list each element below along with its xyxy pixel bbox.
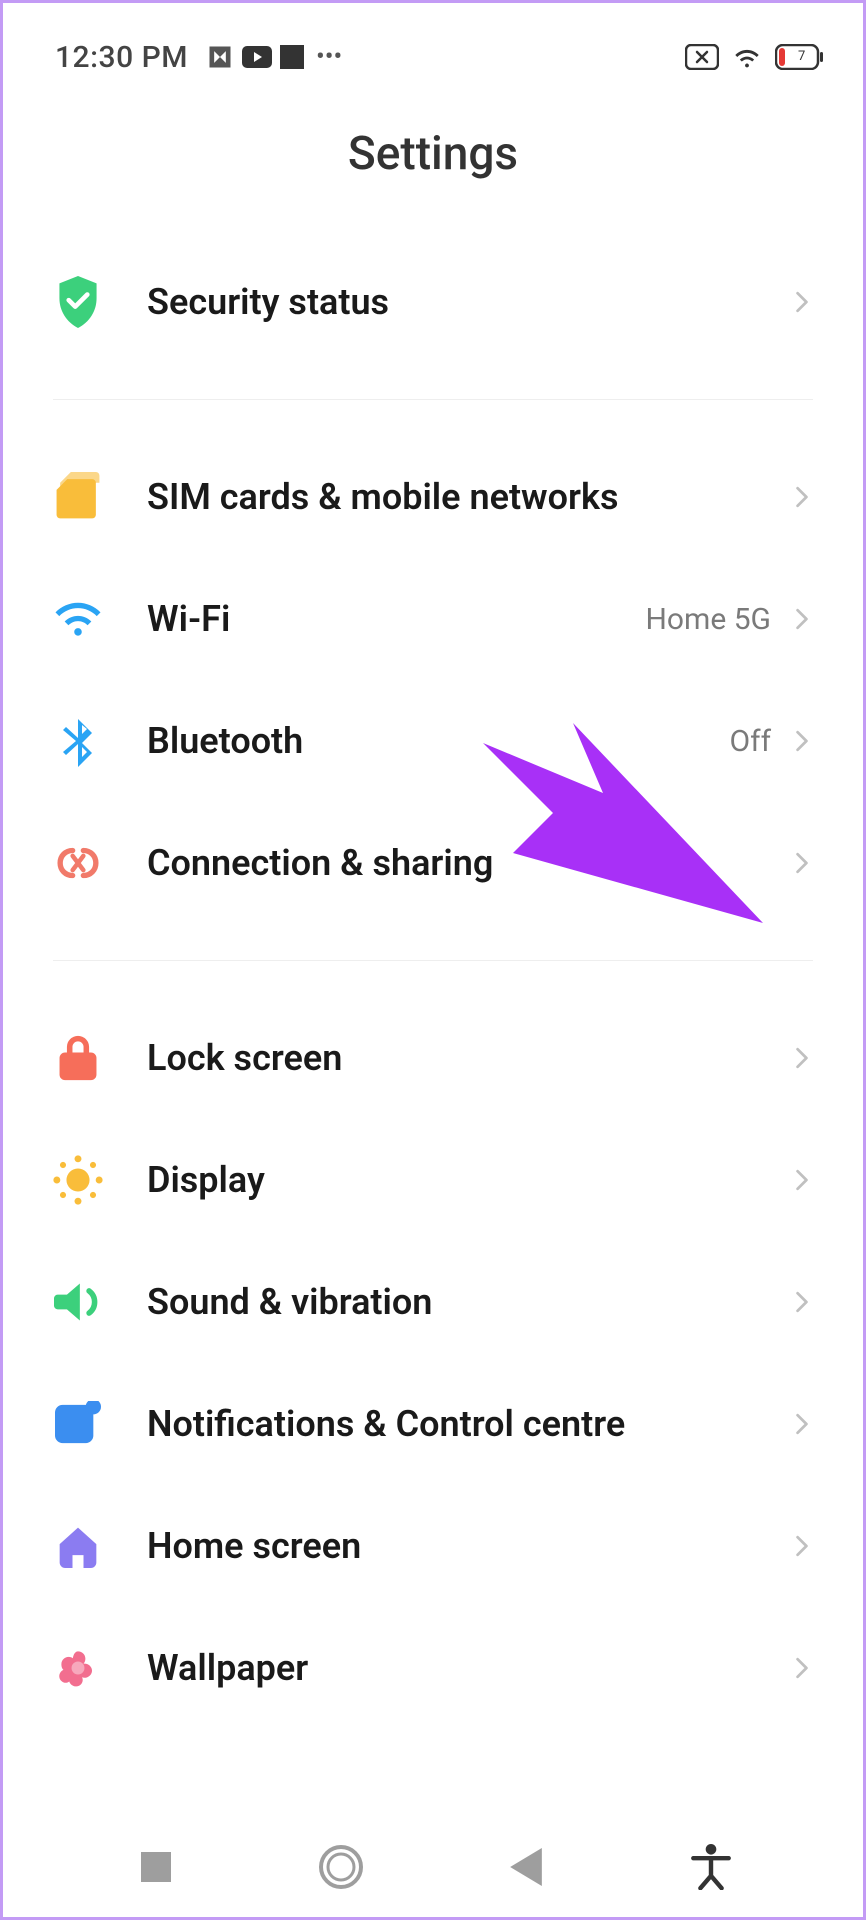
item-wallpaper[interactable]: Wallpaper: [3, 1607, 863, 1729]
item-wifi[interactable]: Wi-Fi Home 5G: [3, 558, 863, 680]
item-label: Notifications & Control centre: [147, 1403, 791, 1445]
wifi-icon: [53, 594, 103, 644]
chevron-right-icon: [791, 1047, 813, 1069]
item-notifications[interactable]: Notifications & Control centre: [3, 1363, 863, 1485]
status-time: 12:30 PM: [55, 40, 188, 75]
sim-error-icon: [685, 44, 719, 70]
item-bluetooth[interactable]: Bluetooth Off: [3, 680, 863, 802]
item-label: Lock screen: [147, 1037, 791, 1079]
item-connection-sharing[interactable]: Connection & sharing: [3, 802, 863, 924]
item-lock-screen[interactable]: Lock screen: [3, 997, 863, 1119]
page-title: Settings: [3, 95, 863, 241]
item-label: Wallpaper: [147, 1647, 791, 1689]
chevron-right-icon: [791, 1535, 813, 1557]
item-label: Bluetooth: [147, 720, 730, 762]
youtube-icon: [242, 46, 272, 68]
settings-list: Security status SIM cards & mobile netwo…: [3, 241, 863, 1729]
item-sim-cards[interactable]: SIM cards & mobile networks: [3, 436, 863, 558]
chevron-right-icon: [791, 608, 813, 630]
bluetooth-icon: [53, 716, 103, 766]
item-label: Home screen: [147, 1525, 791, 1567]
chevron-right-icon: [791, 1657, 813, 1679]
chevron-right-icon: [791, 730, 813, 752]
item-label: Display: [147, 1159, 791, 1201]
sun-icon: [53, 1155, 103, 1205]
nav-back-button[interactable]: [501, 1842, 551, 1892]
chevron-right-icon: [791, 1291, 813, 1313]
item-label: Security status: [147, 281, 791, 323]
divider: [53, 960, 813, 961]
chevron-right-icon: [791, 852, 813, 874]
item-display[interactable]: Display: [3, 1119, 863, 1241]
item-home-screen[interactable]: Home screen: [3, 1485, 863, 1607]
app-running-icon: [206, 43, 234, 71]
nav-accessibility-button[interactable]: [686, 1842, 736, 1892]
share-icon: [53, 838, 103, 888]
lock-icon: [53, 1033, 103, 1083]
item-security-status[interactable]: Security status: [3, 241, 863, 363]
battery-level: 7: [798, 49, 805, 64]
item-sound-vibration[interactable]: Sound & vibration: [3, 1241, 863, 1363]
chevron-right-icon: [791, 291, 813, 313]
chevron-right-icon: [791, 1413, 813, 1435]
wifi-status-icon: [731, 44, 763, 70]
home-icon: [53, 1521, 103, 1571]
nav-recents-button[interactable]: [131, 1842, 181, 1892]
item-label: Connection & sharing: [147, 842, 791, 884]
nav-home-button[interactable]: [316, 1842, 366, 1892]
item-label: Sound & vibration: [147, 1281, 791, 1323]
sim-icon: [53, 472, 103, 522]
more-status-icon: •••: [316, 42, 342, 72]
divider: [53, 399, 813, 400]
speaker-icon: [53, 1277, 103, 1327]
chevron-right-icon: [791, 1169, 813, 1191]
item-value: Off: [730, 724, 772, 759]
nav-bar: [3, 1817, 863, 1917]
shield-check-icon: [53, 277, 103, 327]
flower-icon: [53, 1643, 103, 1693]
battery-icon: 7: [775, 44, 823, 70]
item-label: Wi-Fi: [147, 598, 646, 640]
control-panel-icon: [53, 1399, 103, 1449]
chevron-right-icon: [791, 486, 813, 508]
item-label: SIM cards & mobile networks: [147, 476, 791, 518]
square-icon: [280, 45, 304, 69]
status-bar: 12:30 PM ••• 7: [3, 3, 863, 95]
item-value: Home 5G: [646, 602, 771, 637]
